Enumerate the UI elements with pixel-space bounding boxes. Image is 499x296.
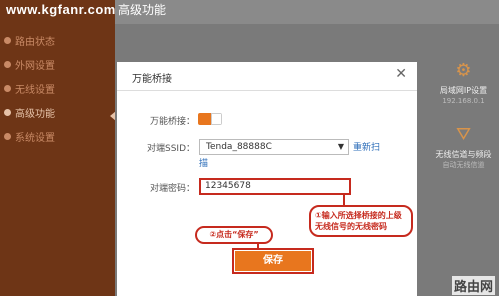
toggle-off-segment	[211, 113, 222, 125]
bullet-icon	[4, 36, 11, 44]
page-title: 高级功能	[118, 3, 167, 17]
sidebar-nav: 路由状态 外网设置 无线设置 高级功能 系统设置	[0, 28, 115, 148]
gear-icon: ⚙	[455, 60, 472, 81]
rescan-link[interactable]: 重新扫	[353, 140, 380, 153]
password-input[interactable]: 12345678	[199, 178, 351, 195]
feature-label: 局域网IP设置	[439, 86, 488, 95]
feature-wireless-channel[interactable]: ⛛ 无线信道与频段 自动无线信道	[428, 124, 499, 170]
sidebar-item-advanced[interactable]: 高级功能	[0, 100, 115, 124]
road-icon: ⛛	[455, 124, 472, 145]
sidebar-item-label: 路由状态	[15, 36, 55, 48]
annotation-note-1: ①输入所选择桥接的上级无线信号的无线密码	[309, 205, 413, 237]
dialog-title: 万能桥接	[132, 74, 172, 85]
sidebar-item-status[interactable]: 路由状态	[0, 28, 115, 52]
save-button[interactable]: 保存	[235, 251, 311, 271]
bullet-icon	[4, 84, 11, 92]
brand-watermark: 路由网	[452, 276, 496, 295]
bullet-icon	[4, 132, 11, 140]
annotation-pointer	[343, 195, 345, 205]
sidebar-item-label: 无线设置	[15, 84, 55, 96]
toggle-on-segment	[198, 113, 211, 125]
password-label: 对端密码：	[149, 184, 195, 194]
ssid-selected-value: Tenda_88888C	[206, 142, 272, 152]
sidebar-item-system[interactable]: 系统设置	[0, 124, 115, 148]
feature-sublabel: 自动无线信道	[442, 161, 485, 169]
chevron-down-icon: ▼	[337, 142, 344, 151]
watermark: www.kgfanr.com	[6, 2, 116, 17]
rescan-link-wrap[interactable]: 描	[199, 156, 208, 169]
ssid-label: 对端SSID：	[146, 144, 195, 154]
ssid-select[interactable]: Tenda_88888C ▼	[199, 139, 349, 155]
bullet-icon	[4, 108, 11, 116]
feature-panel: ⚙ 局域网IP设置 192.168.0.1 ⛛ 无线信道与频段 自动无线信道	[428, 60, 499, 296]
sidebar-item-label: 外网设置	[15, 60, 55, 72]
feature-lan-ip[interactable]: ⚙ 局域网IP设置 192.168.0.1	[428, 60, 499, 106]
feature-sublabel: 192.168.0.1	[442, 97, 485, 105]
feature-label: 无线信道与频段	[435, 150, 492, 159]
bridge-toggle-label: 万能桥接：	[149, 117, 195, 127]
sidebar-item-wan[interactable]: 外网设置	[0, 52, 115, 76]
sidebar: 路由状态 外网设置 无线设置 高级功能 系统设置	[0, 0, 115, 296]
bridge-dialog: 万能桥接 ✕ 万能桥接： 对端SSID： Tenda_88888C ▼ 重新扫 …	[117, 62, 417, 296]
sidebar-item-label: 系统设置	[15, 132, 55, 144]
divider	[117, 90, 417, 91]
close-icon[interactable]: ✕	[395, 66, 407, 82]
bridge-toggle[interactable]	[198, 113, 222, 125]
bullet-icon	[4, 60, 11, 68]
annotation-note-2: ②点击“保存”	[195, 226, 273, 244]
sidebar-item-label: 高级功能	[15, 108, 55, 120]
sidebar-item-wireless[interactable]: 无线设置	[0, 76, 115, 100]
